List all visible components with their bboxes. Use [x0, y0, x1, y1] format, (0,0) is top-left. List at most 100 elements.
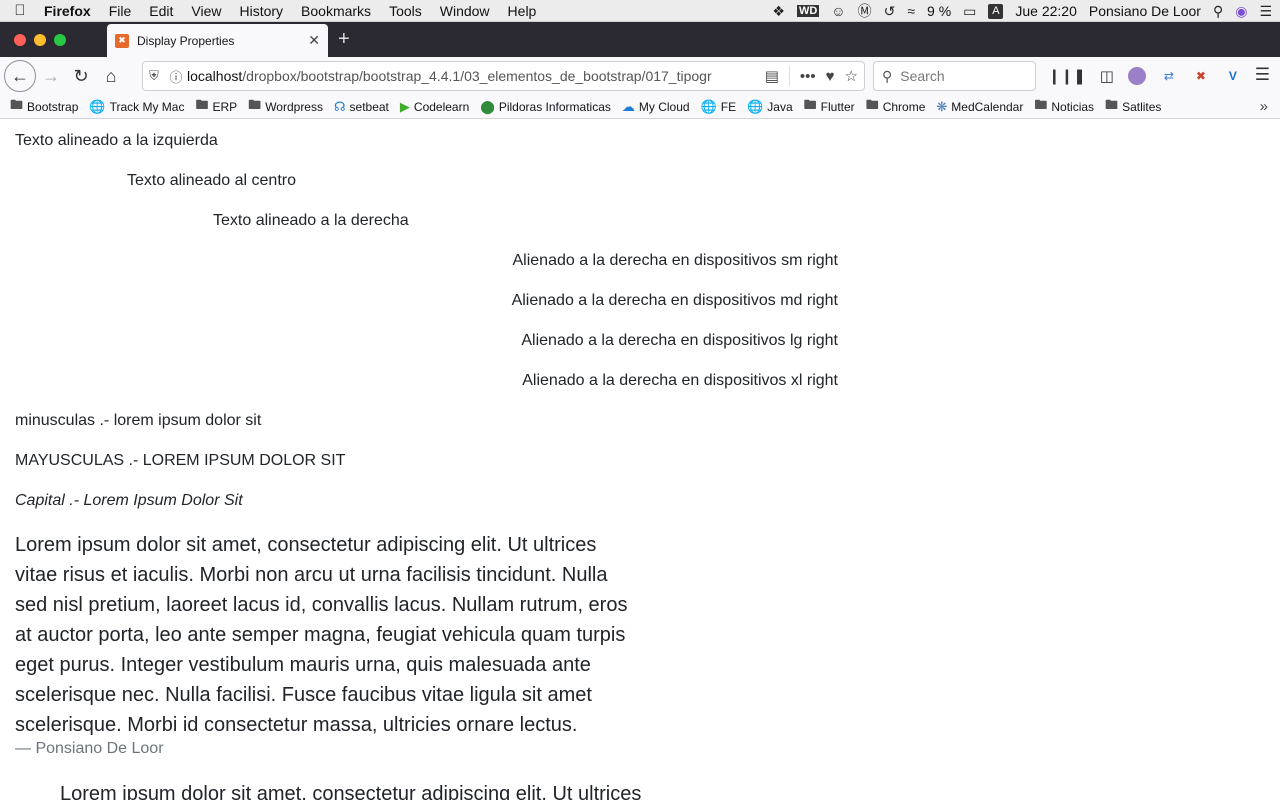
folder-icon: 🖿: [1105, 96, 1119, 112]
new-tab-plus-icon[interactable]: +: [338, 28, 350, 51]
medcalendar-icon: ❋: [936, 98, 948, 114]
v-extension-icon[interactable]: V: [1224, 67, 1242, 85]
cloud-icon: ☁: [621, 98, 635, 114]
bookmark-label: Flutter: [820, 99, 855, 114]
bookmark-my-cloud[interactable]: ☁ My Cloud: [622, 99, 690, 115]
bookmark-wordpress[interactable]: 🖿 Wordpress: [248, 96, 323, 118]
site-info-icon[interactable]: ⓘ: [165, 67, 187, 86]
page-content: Texto alineado a la izquierda Texto alin…: [0, 119, 1280, 800]
bookmark-java[interactable]: 🌐 Java: [747, 99, 793, 115]
forward-arrow-icon[interactable]: →: [36, 61, 66, 91]
bookmark-label: My Cloud: [638, 99, 690, 114]
face-icon[interactable]: ☺: [831, 3, 845, 19]
siri-icon[interactable]: ◉: [1235, 3, 1247, 20]
menu-help[interactable]: Help: [499, 3, 546, 19]
dropbox-icon[interactable]: ❖: [772, 3, 785, 20]
bookmark-label: Wordpress: [265, 99, 323, 114]
zoom-window-button[interactable]: [54, 33, 66, 46]
menubar-status-area: ❖ WD ☺ Ⓜ ↺ ≈ 9 % ▭ A Jue 22:20 Ponsiano …: [772, 0, 1272, 22]
macos-menubar:  Firefox File Edit View History Bookmar…: [0, 0, 1280, 22]
notification-center-icon[interactable]: ☰: [1259, 3, 1272, 20]
hamburger-menu-icon[interactable]: ☰: [1255, 65, 1270, 85]
battery-charging-icon[interactable]: ▭: [963, 3, 976, 20]
search-placeholder: Search: [900, 68, 945, 84]
bookmark-label: Satlites: [1122, 99, 1162, 114]
bookmark-erp[interactable]: 🖿 ERP: [195, 96, 237, 118]
folder-icon: 🖿: [803, 96, 817, 112]
tracking-shield-icon[interactable]: ⛨: [143, 68, 165, 84]
url-bar[interactable]: ⛨ ⓘ localhost/dropbox/bootstrap/bootstra…: [142, 61, 865, 91]
bookmark-satlites[interactable]: 🖿 Satlites: [1105, 96, 1161, 118]
bookmark-chrome[interactable]: 🖿 Chrome: [866, 96, 926, 118]
apple-icon[interactable]: : [0, 2, 40, 19]
spotlight-search-icon[interactable]: ⚲: [1213, 3, 1223, 20]
folder-icon: 🖿: [248, 96, 262, 112]
page-actions-more-icon[interactable]: •••: [800, 68, 816, 85]
bookmark-star-icon[interactable]: ☆: [845, 67, 858, 85]
pildoras-icon: ⬤: [480, 98, 495, 114]
url-actions: ▤ ••• ♥ ☆: [765, 62, 858, 90]
menu-tools[interactable]: Tools: [380, 3, 431, 19]
url-separator: [788, 66, 790, 86]
folder-icon: 🖿: [865, 96, 879, 112]
bookmark-medcalendar[interactable]: ❋ MedCalendar: [936, 99, 1023, 115]
window-controls: [0, 22, 80, 57]
headphones-icon: ☊: [333, 98, 346, 114]
home-icon[interactable]: ⌂: [96, 61, 126, 91]
menu-file[interactable]: File: [100, 3, 141, 19]
pocket-icon[interactable]: ♥: [826, 68, 835, 85]
toolbar-extensions: ❙❙❚ ◫ ⇄ ✖ V: [1048, 61, 1242, 91]
url-text[interactable]: localhost/dropbox/bootstrap/bootstrap_4.…: [187, 68, 717, 84]
bookmark-setbeat[interactable]: ☊ setbeat: [334, 99, 389, 115]
menu-app-firefox[interactable]: Firefox: [40, 3, 100, 19]
bookmark-pildoras-informaticas[interactable]: ⬤ Pildoras Informaticas: [480, 99, 611, 115]
menu-history[interactable]: History: [230, 3, 292, 19]
bookmarks-overflow-chevron-icon[interactable]: »: [1260, 98, 1268, 115]
m-circle-icon[interactable]: Ⓜ: [858, 1, 872, 21]
bookmark-fe[interactable]: 🌐 FE: [701, 99, 737, 115]
text-right: Texto alineado a la derecha: [213, 212, 409, 229]
bookmark-track-my-mac[interactable]: 🌐 Track My Mac: [89, 99, 184, 115]
bookmark-label: setbeat: [349, 99, 389, 114]
tab-display-properties[interactable]: ✖ Display Properties ✕: [107, 24, 328, 57]
reload-icon[interactable]: ↻: [66, 61, 96, 91]
bookmark-label: Java: [767, 99, 793, 114]
menu-edit[interactable]: Edit: [140, 3, 182, 19]
input-source-badge[interactable]: A: [988, 3, 1004, 19]
translate-extension-icon[interactable]: ⇄: [1160, 67, 1178, 85]
time-machine-icon[interactable]: ↺: [884, 3, 896, 20]
bookmark-label: ERP: [212, 99, 238, 114]
close-window-button[interactable]: [14, 33, 26, 46]
text-xl-right: Alienado a la derecha en dispositivos xl…: [522, 372, 838, 389]
menubar-user[interactable]: Ponsiano De Loor: [1089, 3, 1201, 19]
text-center: Texto alineado al centro: [127, 172, 296, 189]
bookmark-bootstrap[interactable]: 🖿 Bootstrap: [10, 96, 78, 118]
bookmark-noticias[interactable]: 🖿 Noticias: [1034, 96, 1094, 118]
profile-avatar-icon[interactable]: [1127, 67, 1146, 85]
bookmark-flutter[interactable]: 🖿 Flutter: [804, 96, 855, 118]
wifi-icon[interactable]: ≈: [907, 3, 915, 19]
close-tab-icon[interactable]: ✕: [308, 32, 320, 49]
folder-icon: 🖿: [10, 96, 24, 112]
navigation-toolbar: ← → ↻ ⌂ ⛨ ⓘ localhost/dropbox/bootstrap/…: [0, 57, 1280, 95]
back-arrow-icon[interactable]: ←: [4, 60, 36, 92]
minimize-window-button[interactable]: [34, 33, 46, 46]
lead-paragraph: Lorem ipsum dolor sit amet, consectetur …: [15, 534, 628, 736]
x-extension-icon[interactable]: ✖: [1192, 67, 1210, 85]
bookmark-label: Bootstrap: [27, 99, 79, 114]
menubar-clock[interactable]: Jue 22:20: [1015, 3, 1077, 19]
reader-view-icon[interactable]: ▤: [765, 67, 779, 85]
folder-icon: 🖿: [195, 96, 209, 112]
menu-view[interactable]: View: [182, 3, 230, 19]
wd-drive-icon[interactable]: WD: [796, 5, 820, 17]
menu-window[interactable]: Window: [431, 3, 499, 19]
library-icon[interactable]: ❙❙❚: [1048, 67, 1086, 85]
text-capitalize: Capital .- Lorem Ipsum Dolor Sit: [15, 492, 243, 509]
battery-percent: 9 %: [927, 3, 952, 19]
sidebar-toggle-icon[interactable]: ◫: [1100, 67, 1114, 85]
text-sm-right: Alienado a la derecha en dispositivos sm…: [512, 252, 838, 269]
menu-bookmarks[interactable]: Bookmarks: [292, 3, 380, 19]
text-lowercase: minusculas .- lorem ipsum dolor sit: [15, 412, 262, 429]
bookmark-codelearn[interactable]: ▶ Codelearn: [400, 99, 469, 115]
search-bar[interactable]: ⚲ Search: [873, 61, 1036, 91]
